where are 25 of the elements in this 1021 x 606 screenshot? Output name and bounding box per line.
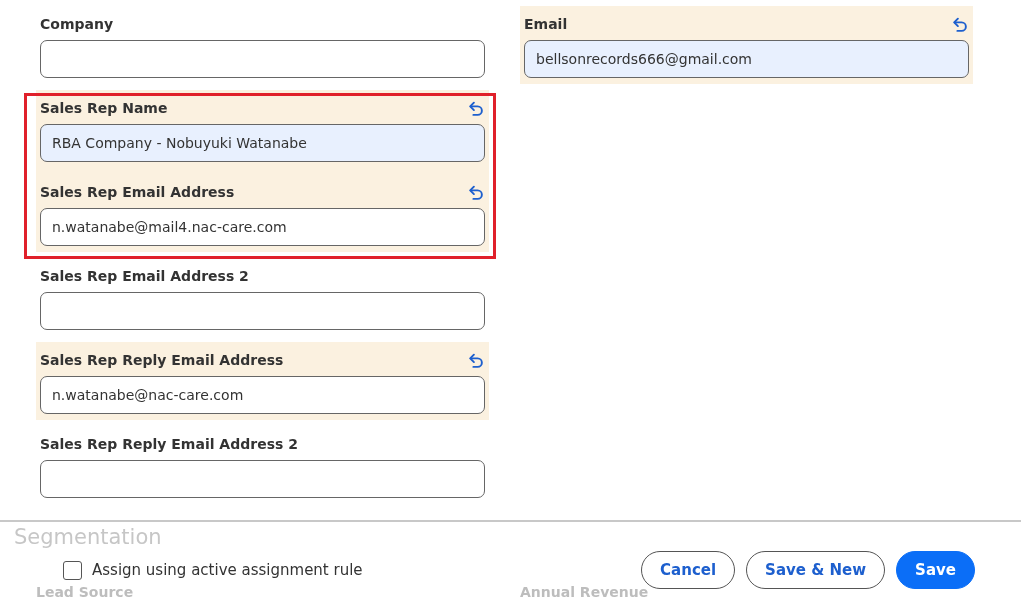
section-heading: Segmentation <box>14 524 162 550</box>
input-field[interactable]: n.watanabe@nac-care.com <box>40 376 485 414</box>
field-label: Sales Rep Email Address 2 <box>40 268 249 284</box>
field-label: Company <box>40 16 114 32</box>
secondary-button[interactable]: Save & New <box>746 551 886 589</box>
undo-icon[interactable] <box>467 351 484 369</box>
field-label: Lead Source <box>36 584 134 600</box>
undo-icon[interactable] <box>951 15 968 33</box>
secondary-button[interactable]: Cancel <box>641 551 736 589</box>
field-label: Sales Rep Name <box>40 100 168 116</box>
field-label: Sales Rep Reply Email Address <box>40 352 284 368</box>
input-field[interactable] <box>40 460 485 498</box>
field-label: Email <box>524 16 568 32</box>
checkbox[interactable] <box>63 560 82 580</box>
input-field[interactable] <box>40 40 485 78</box>
input-field[interactable]: RBA Company - Nobuyuki Watanabe <box>40 124 485 162</box>
undo-icon[interactable] <box>467 183 484 201</box>
checkbox-label: Assign using active assignment rule <box>92 561 363 579</box>
undo-icon[interactable] <box>467 99 484 117</box>
field-label: Sales Rep Reply Email Address 2 <box>40 436 298 452</box>
input-field[interactable] <box>40 292 485 330</box>
field-label: Sales Rep Email Address <box>40 184 235 200</box>
input-field[interactable]: bellsonrecords666@gmail.com <box>524 40 969 78</box>
primary-button[interactable]: Save <box>896 551 975 589</box>
input-field[interactable]: n.watanabe@mail4.nac-care.com <box>40 208 485 246</box>
